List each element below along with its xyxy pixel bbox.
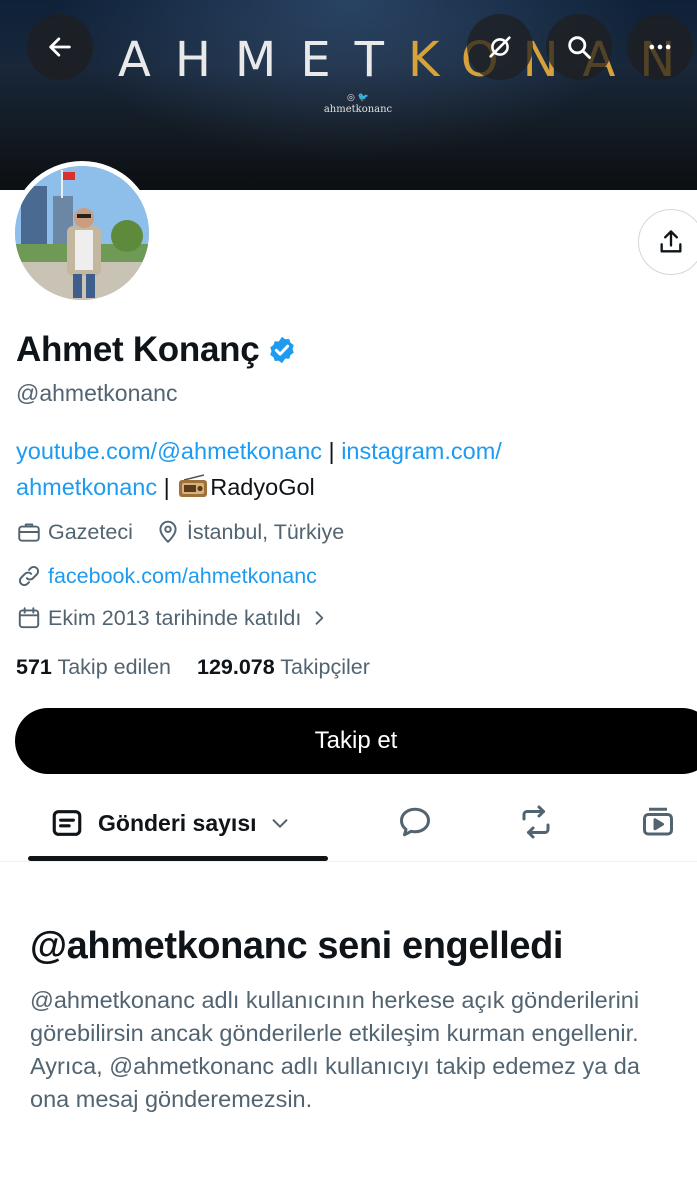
bio-line-2: ahmetkonanc | RadyoGol <box>16 469 676 505</box>
social-icons: ◎ 🐦 <box>347 93 369 103</box>
arrow-left-icon <box>49 37 71 57</box>
profile-tabs: Gönderi sayısı <box>0 790 697 862</box>
posts-list-icon <box>52 810 82 836</box>
blocked-description: @ahmetkonanc adlı kullanıcının herkese a… <box>30 987 640 1112</box>
more-button[interactable] <box>627 14 693 80</box>
profile-avatar[interactable] <box>10 161 154 305</box>
profile-joined-row[interactable]: Ekim 2013 tarihinde katıldı <box>16 603 335 633</box>
avatar-illustration <box>15 166 149 300</box>
banner-title: AHMETKONANÇ <box>118 30 697 90</box>
followers-stat[interactable]: 129.078 Takipçiler <box>197 655 370 679</box>
active-tab-indicator <box>28 856 328 861</box>
link-icon <box>18 565 40 587</box>
search-button[interactable] <box>546 14 612 80</box>
profile-profession: Gazeteci <box>48 520 133 544</box>
slash-circle-icon <box>489 36 511 58</box>
share-icon <box>660 230 682 253</box>
radio-emoji-icon <box>179 474 208 497</box>
follow-stats: 571 Takip edilen 129.078 Takipçiler <box>16 652 370 682</box>
briefcase-icon <box>18 523 40 542</box>
tab-reposts-icon[interactable] <box>518 804 554 840</box>
profile-name-row: Ahmet Konanç <box>16 328 297 372</box>
search-icon <box>568 36 591 59</box>
avatar-photo <box>15 166 149 300</box>
tab-posts-label: Gönderi sayısı <box>98 810 257 836</box>
bio-separator: | <box>322 438 342 464</box>
bio-line-1: youtube.com/@ahmetkonanc | instagram.com… <box>16 433 676 469</box>
profile-name: Ahmet Konanç <box>16 330 260 369</box>
back-button[interactable] <box>27 14 93 80</box>
instagram-link[interactable]: instagram.com/ <box>341 438 502 464</box>
profile-handle: @ahmetkonanc <box>16 380 178 406</box>
tab-posts[interactable]: Gönderi sayısı <box>50 806 291 840</box>
more-dots-icon <box>649 44 671 50</box>
profile-meta-row: Gazeteci İstanbul, Türkiye <box>16 517 344 547</box>
profile-bio: youtube.com/@ahmetkonanc | instagram.com… <box>16 433 676 505</box>
profile-website-row: facebook.com/ahmetkonanc <box>16 561 317 591</box>
blocked-title: @ahmetkonanc seni engelledi <box>30 925 564 967</box>
website-link[interactable]: facebook.com/ahmetkonanc <box>48 561 317 591</box>
chevron-right-icon <box>315 611 324 625</box>
instagram-link-continued[interactable]: ahmetkonanc <box>16 474 157 500</box>
grok-button[interactable] <box>467 14 533 80</box>
bio-radio-text: RadyoGol <box>210 474 315 500</box>
following-count: 571 <box>16 655 52 679</box>
youtube-link[interactable]: youtube.com/@ahmetkonanc <box>16 438 322 464</box>
following-stat[interactable]: 571 Takip edilen <box>16 655 171 679</box>
tab-replies-icon[interactable] <box>397 804 433 840</box>
tab-media-icon[interactable] <box>640 804 676 840</box>
banner-social: ◎ 🐦 ahmetkonanc <box>318 92 398 116</box>
followers-count: 129.078 <box>196 655 275 679</box>
bio-separator: | <box>157 474 177 500</box>
location-pin-icon <box>159 520 177 544</box>
following-label: Takip edilen <box>57 655 172 679</box>
profile-joined-date: Ekim 2013 tarihinde katıldı <box>48 606 302 630</box>
verified-badge-icon[interactable] <box>267 335 297 365</box>
follow-button[interactable]: Takip et <box>15 708 697 774</box>
profile-location: İstanbul, Türkiye <box>186 520 345 544</box>
share-button[interactable] <box>638 209 697 275</box>
calendar-icon <box>18 607 40 629</box>
followers-label: Takipçiler <box>280 655 370 679</box>
chevron-down-icon <box>272 819 287 828</box>
banner-social-handle: ahmetkonanc <box>323 104 393 115</box>
banner-title-part1: AHMET <box>118 32 408 88</box>
